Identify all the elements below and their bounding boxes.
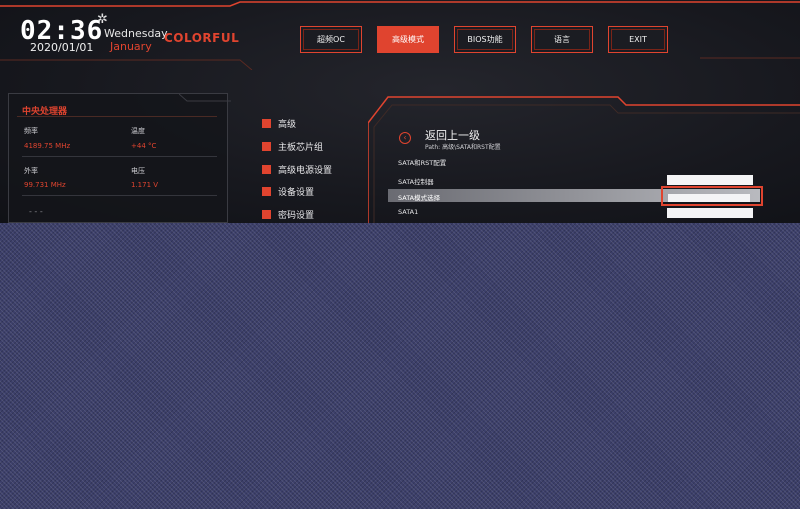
menu-item-label: 设备设置 xyxy=(278,187,315,198)
selection-focus-box xyxy=(661,186,763,206)
menu-item-label: 高级电源设置 xyxy=(278,165,333,176)
cpu-frequency-label: 频率 xyxy=(24,127,38,135)
gear-icon[interactable]: ✲ xyxy=(97,12,108,27)
more-indicator-icon: - - - xyxy=(29,207,43,216)
divider xyxy=(22,156,217,157)
divider xyxy=(17,116,217,117)
nav-language-button[interactable]: 语言 xyxy=(531,26,593,53)
setting-sata-mode[interactable]: SATA模式选择 xyxy=(398,192,440,202)
menu-bullet-icon xyxy=(262,164,271,174)
corrupted-region xyxy=(0,223,800,509)
nav-overclock-button[interactable]: 超频OC xyxy=(300,26,362,53)
nav-bios-features-button[interactable]: BIOS功能 xyxy=(454,26,516,53)
cpu-ext-frequency-label: 外率 xyxy=(24,167,38,175)
cpu-ext-frequency-value: 99.731 MHz xyxy=(24,181,66,189)
cpu-voltage-label: 电压 xyxy=(131,167,145,175)
nav-advanced-button[interactable]: 高级模式 xyxy=(377,26,439,53)
cpu-frequency-value: 4189.75 MHz xyxy=(24,142,71,150)
divider xyxy=(22,195,217,196)
menu-bullet-icon xyxy=(262,209,271,219)
brand-logo: COLORFUL xyxy=(164,31,240,45)
settings-section-header: SATA和RST配置 xyxy=(398,159,447,167)
cpu-info-panel: 中央处理器 频率 4189.75 MHz 温度 +44 °C 外率 99.731… xyxy=(8,93,231,223)
menu-item-devices[interactable]: 设备设置 xyxy=(262,184,314,198)
menu-item-power[interactable]: 高级电源设置 xyxy=(262,162,332,176)
clock-month: January xyxy=(110,40,152,53)
bios-screen: 02:36 ✲ 2020/01/01 Wednesday January COL… xyxy=(0,0,800,223)
clock-date: 2020/01/01 xyxy=(30,41,94,54)
menu-item-chipset[interactable]: 主板芯片组 xyxy=(262,139,323,153)
cpu-voltage-value: 1.171 V xyxy=(131,181,159,189)
panel-notch xyxy=(179,93,231,102)
menu-bullet-icon xyxy=(262,186,271,196)
setting-sata1[interactable]: SATA1 xyxy=(398,208,418,216)
menu-bullet-icon xyxy=(262,141,271,151)
sata-controller-value[interactable] xyxy=(667,175,753,185)
clock-weekday: Wednesday xyxy=(104,27,168,40)
menu-item-label: 密码设置 xyxy=(278,210,315,221)
menu-item-advanced[interactable]: 高级 xyxy=(262,116,296,130)
breadcrumb-path: Path: 高级\SATA和RST配置 xyxy=(425,144,501,151)
nav-exit-button[interactable]: EXIT xyxy=(608,26,668,53)
menu-item-label: 主板芯片组 xyxy=(278,142,324,153)
sata1-value[interactable] xyxy=(667,208,753,218)
menu-item-password[interactable]: 密码设置 xyxy=(262,207,314,221)
setting-sata-controller[interactable]: SATA控制器 xyxy=(398,176,434,186)
menu-item-label: 高级 xyxy=(278,119,297,130)
back-arrow-icon[interactable]: ‹ xyxy=(399,132,411,144)
cpu-temperature-label: 温度 xyxy=(131,127,145,135)
menu-bullet-icon xyxy=(262,118,271,128)
cpu-temperature-value: +44 °C xyxy=(131,142,157,150)
back-button[interactable]: 返回上一级 xyxy=(425,127,480,143)
